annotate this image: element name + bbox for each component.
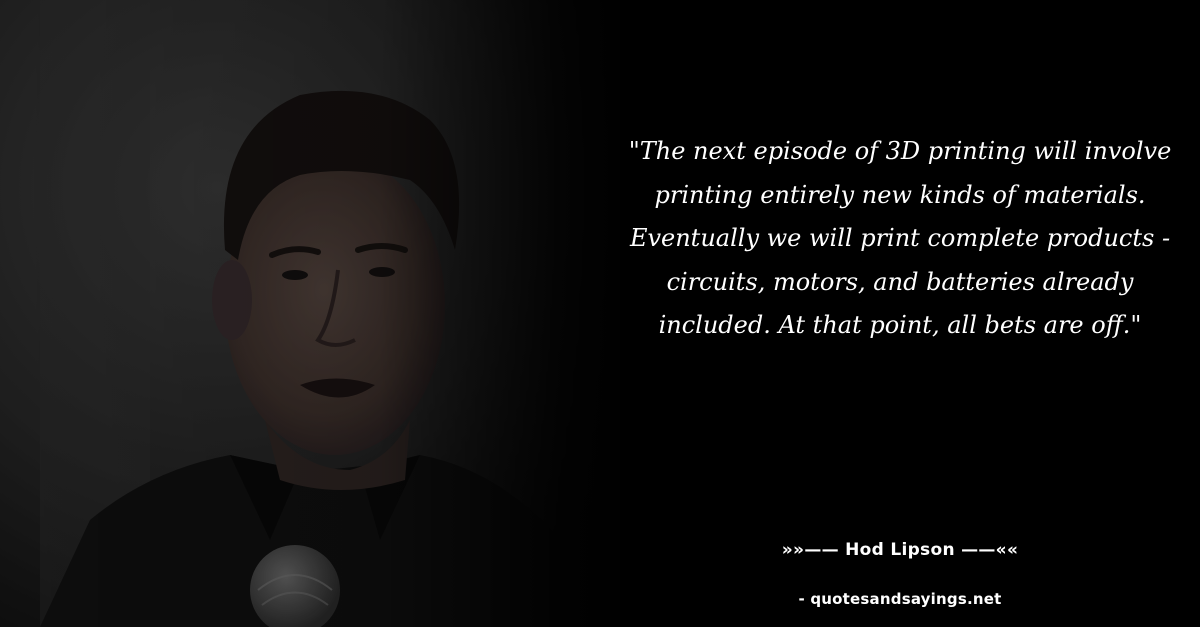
speaker-photo <box>0 0 620 627</box>
source-credit: - quotesandsayings.net <box>798 590 1002 608</box>
quote-author: »»—— Hod Lipson ——«« <box>781 540 1019 560</box>
quote-text: "The next episode of 3D printing will in… <box>628 137 1172 339</box>
